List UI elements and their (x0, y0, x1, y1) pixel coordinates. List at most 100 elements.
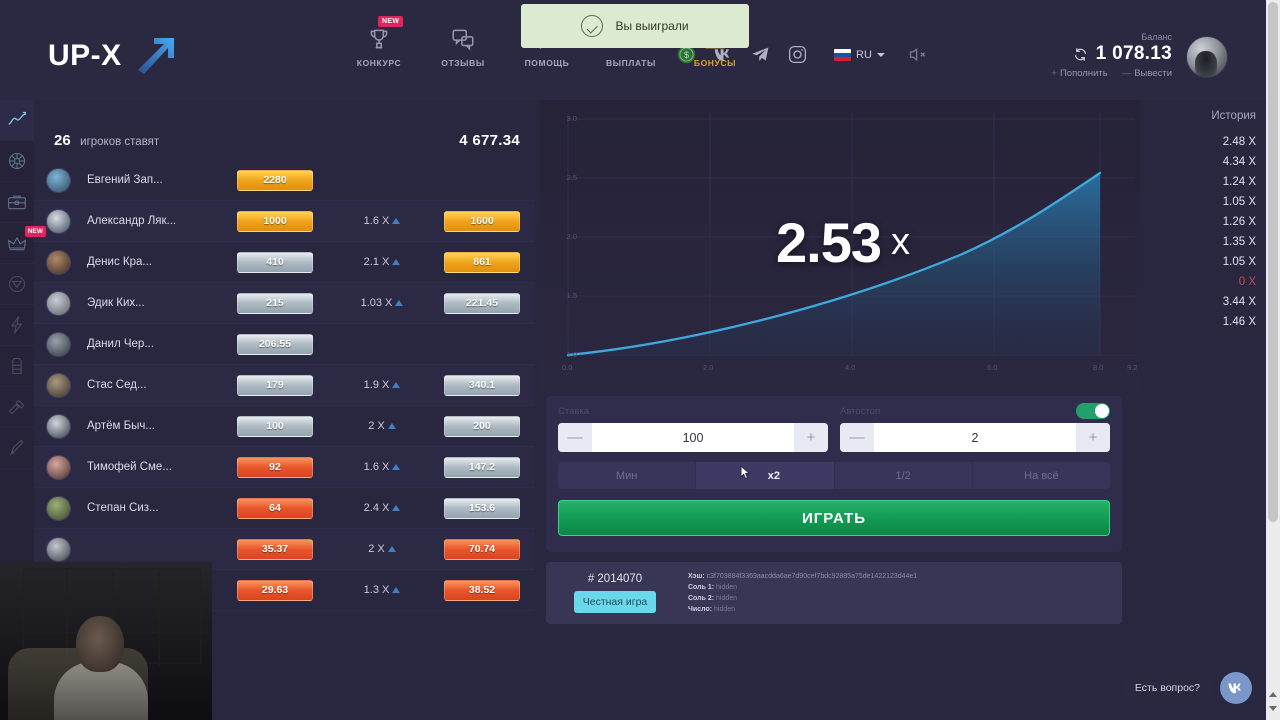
language-selector[interactable]: RU (834, 48, 885, 61)
fair-label: Соль 1: (688, 584, 715, 591)
deposit-link[interactable]: + Пополнить (1051, 68, 1107, 79)
rail-item-wheel-game[interactable] (0, 141, 34, 182)
triangle-up-icon (392, 505, 401, 511)
player-avatar[interactable] (46, 536, 71, 562)
win-chip: 147.2 (444, 456, 520, 478)
quick-all-in-button[interactable]: На всё (973, 462, 1110, 489)
autostop-input[interactable] (874, 423, 1076, 452)
provably-fair-panel: # 2014070 Честная игра Хэш: c3f703884f33… (546, 562, 1122, 624)
player-name: Александр Ляк... (87, 215, 177, 227)
withdraw-label: Вывести (1134, 68, 1172, 79)
game-id: # 2014070 (587, 573, 643, 585)
support-vk-button[interactable] (1220, 672, 1252, 704)
stake-increment-button[interactable]: + (794, 423, 828, 452)
nav-item-reviews[interactable]: ОТЗЫВЫ (432, 26, 494, 68)
deposit-label: Пополнить (1059, 68, 1108, 79)
svg-text:$: $ (684, 50, 689, 60)
multiplier-cell: 1.9 X (337, 379, 427, 391)
stake-input[interactable] (592, 423, 794, 452)
autostop-toggle[interactable] (1076, 403, 1110, 419)
history-item[interactable]: 3.44 X (1162, 292, 1266, 312)
check-circle-icon (581, 15, 604, 37)
chart-line-icon (8, 111, 26, 125)
rail-item-rocket-game[interactable] (0, 428, 34, 469)
player-name: Данил Чер... (87, 338, 154, 350)
support-widget: Есть вопрос? (1124, 672, 1252, 704)
autostop-increment-button[interactable]: + (1076, 423, 1110, 452)
win-chip: 38.52 (444, 579, 520, 601)
y-tick: 2.5 (566, 173, 577, 182)
rail-item-case-game[interactable] (0, 182, 34, 223)
wheel-icon (8, 152, 26, 170)
history-item[interactable]: 4.34 X (1162, 152, 1266, 172)
rail-item-crown-game[interactable]: NEW (0, 223, 46, 264)
history-item[interactable]: 1.35 X (1162, 232, 1266, 252)
bet-chip: 215 (237, 292, 313, 314)
refresh-icon[interactable] (1073, 47, 1088, 62)
multiplier-text: 1.6 X (363, 461, 390, 473)
brand-logo[interactable]: UP-X (48, 32, 174, 80)
rail-item-hammer-game[interactable] (0, 387, 34, 428)
page-scrollbar[interactable] (1266, 0, 1280, 720)
history-title: История (1211, 110, 1256, 122)
player-avatar[interactable] (46, 290, 71, 316)
stake-stepper[interactable]: — + (558, 423, 828, 452)
quick-x2-button[interactable]: x2 (696, 462, 835, 489)
player-avatar[interactable] (46, 372, 71, 398)
quick-min-button[interactable]: Мин (558, 462, 697, 489)
autostop-stepper[interactable]: — + (840, 423, 1110, 452)
history-item[interactable]: 2.48 X (1162, 132, 1266, 152)
fair-game-button[interactable]: Честная игра (573, 591, 657, 613)
x-tick: 8.0 (1093, 363, 1104, 372)
bet-chip: 35.37 (237, 538, 313, 560)
table-row: Степан Сиз... 64 2.4 X 153.6 (34, 488, 534, 529)
scrollbar-thumb[interactable] (1268, 2, 1278, 522)
multiplier-text: 2 X (368, 420, 385, 432)
player-avatar[interactable] (46, 413, 71, 439)
rail-new-badge: NEW (24, 226, 46, 237)
withdraw-link[interactable]: — Вывести (1122, 68, 1172, 79)
player-avatar[interactable] (46, 495, 71, 521)
balance-label: Баланс (1141, 32, 1172, 42)
avatar[interactable] (1186, 36, 1228, 78)
quick-x2-label: x2 (767, 469, 780, 482)
history-item[interactable]: 1.24 X (1162, 172, 1266, 192)
play-button[interactable]: ИГРАТЬ (558, 500, 1110, 536)
player-avatar[interactable] (46, 208, 71, 234)
autostop-decrement-button[interactable]: — (840, 423, 874, 452)
rail-item-diamond-game[interactable] (0, 264, 34, 305)
crown-icon (7, 236, 27, 251)
sound-muted-icon[interactable] (907, 44, 928, 65)
history-item[interactable]: 1.05 X (1162, 252, 1266, 272)
scroll-down-arrow-icon[interactable] (1269, 706, 1277, 711)
telegram-icon[interactable] (750, 44, 771, 65)
nav-label: ОТЗЫВЫ (441, 58, 485, 68)
rail-item-crash-game[interactable] (0, 100, 34, 141)
rail-item-tower-game[interactable] (0, 346, 34, 387)
quick-half-button[interactable]: 1/2 (835, 462, 973, 489)
history-item[interactable]: 1.05 X (1162, 192, 1266, 212)
rail-item-lightning-game[interactable] (0, 305, 34, 346)
table-row: Александр Ляк... 1000 1.6 X 1600 (34, 201, 534, 242)
scroll-up-arrow-icon[interactable] (1269, 692, 1277, 697)
x-tick: 4.0 (845, 363, 856, 372)
bet-chip: 64 (237, 497, 313, 519)
player-avatar[interactable] (46, 454, 71, 480)
nav-item-contest[interactable]: NEW КОНКУРС (348, 16, 410, 68)
history-item[interactable]: 0 X (1162, 272, 1266, 292)
multiplier-cell: 1.6 X (337, 461, 427, 473)
players-header: 26 игроков ставят 4 677.34 (34, 110, 534, 160)
instagram-icon[interactable] (787, 44, 808, 65)
fair-label: Соль 2: (688, 595, 715, 602)
history-item[interactable]: 1.46 X (1162, 312, 1266, 332)
quick-bet-buttons: Мин x2 1/2 На всё (558, 462, 1110, 489)
multiplier-cell: 1.6 X (337, 215, 427, 227)
player-avatar[interactable] (46, 167, 71, 193)
player-avatar[interactable] (46, 249, 71, 275)
trophy-icon (370, 29, 388, 49)
history-item[interactable]: 1.26 X (1162, 212, 1266, 232)
stake-decrement-button[interactable]: — (558, 423, 592, 452)
toast-notification: Вы выиграли (521, 4, 749, 48)
bet-chip: 410 (237, 251, 313, 273)
player-avatar[interactable] (46, 331, 71, 357)
